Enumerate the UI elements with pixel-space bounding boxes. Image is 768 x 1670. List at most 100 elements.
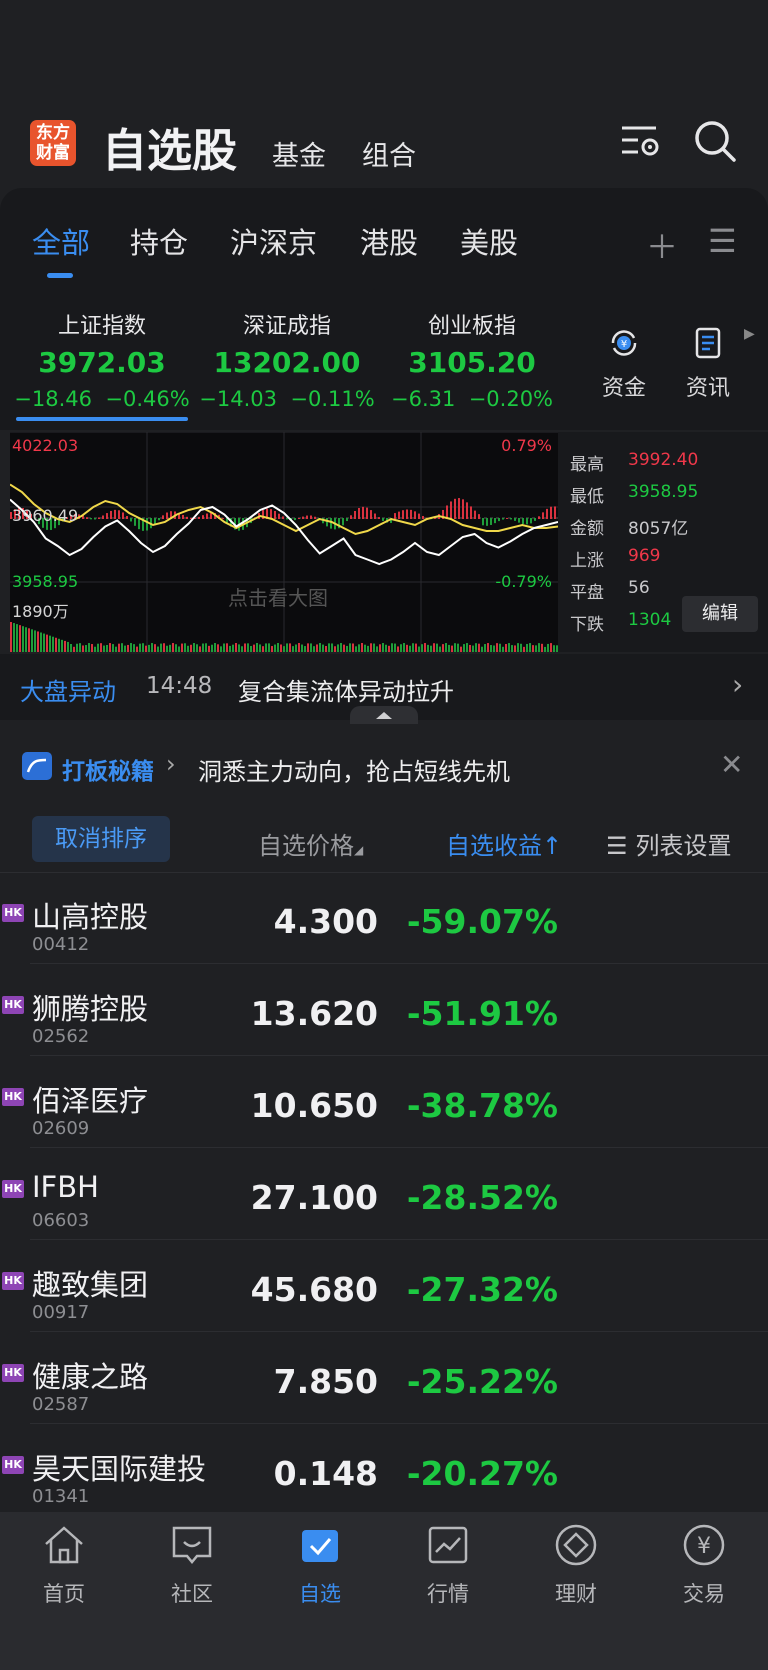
volume-bar — [442, 644, 444, 652]
tab-all[interactable]: 全部 — [32, 220, 90, 262]
volume-bar — [478, 643, 480, 652]
table-row[interactable]: HK 昊天国际建投 01341 0.148 -20.27% — [0, 1424, 768, 1516]
volume-bar — [352, 643, 354, 652]
volume-bar — [217, 644, 219, 652]
volume-bar — [463, 644, 465, 652]
flow-bar — [106, 513, 108, 519]
volume-bar — [121, 643, 123, 652]
volume-bar — [316, 644, 318, 652]
search-icon[interactable] — [692, 118, 738, 164]
flow-bar — [450, 501, 452, 519]
volume-bar — [235, 643, 237, 652]
stock-code: 02609 — [32, 1118, 90, 1139]
index-card-shenzhen[interactable]: 深证成指 13202.00 −14.03 −0.11% — [195, 308, 379, 411]
stat-unchanged: 平盘 56 — [570, 578, 650, 603]
table-row[interactable]: HK 狮腾控股 02562 13.620 -51.91% — [0, 964, 768, 1056]
cancel-sort-button[interactable]: 取消排序 — [32, 816, 170, 862]
active-tab-indicator — [47, 273, 73, 278]
app-header: 东方 财富 自选股 基金 组合 — [0, 110, 768, 180]
market-stats-panel: 最高 3992.40 最低 3958.95 金额 8057亿 上涨 969 平盘 56 下… — [558, 432, 768, 652]
index-card-shanghai[interactable]: 上证指数 3972.03 −18.46 −0.46% — [10, 308, 194, 411]
flow-bar — [90, 518, 92, 520]
portfolio-link[interactable]: 组合 — [362, 134, 416, 173]
tab-holdings[interactable]: 持仓 — [130, 220, 188, 262]
nav-watchlist[interactable]: 自选 — [256, 1522, 384, 1608]
flow-bar — [146, 518, 148, 531]
volume-bar — [232, 644, 234, 652]
volume-bar — [97, 643, 99, 652]
flow-bar — [306, 515, 308, 519]
volume-bar — [64, 640, 66, 652]
index-change: −14.03 −0.11% — [199, 387, 375, 411]
fund-link[interactable]: 基金 — [272, 134, 326, 173]
scroll-right-icon[interactable]: ▶ — [744, 326, 755, 342]
list-settings-button[interactable]: ☰ 列表设置 — [606, 826, 732, 861]
flow-bar — [222, 517, 224, 519]
volume-bar — [403, 643, 405, 652]
add-group-icon[interactable]: ＋ — [646, 222, 678, 268]
volume-bar — [550, 643, 552, 652]
collapse-handle[interactable] — [350, 706, 418, 724]
hk-badge: HK — [2, 904, 24, 922]
volume-bar — [508, 643, 510, 652]
flow-bar — [350, 515, 352, 519]
flow-bar — [538, 516, 540, 519]
flow-bar — [166, 512, 168, 519]
flow-bar — [410, 509, 412, 519]
table-row[interactable]: HK 佰泽医疗 02609 10.650 -38.78% — [0, 1056, 768, 1148]
volume-bar — [547, 643, 549, 652]
sort-by-gain[interactable]: 自选收益↑ — [446, 826, 562, 861]
volume-bar — [406, 644, 408, 652]
capital-flow-button[interactable]: ¥ 资金 — [592, 326, 656, 402]
table-row[interactable]: HK IFBH 06603 27.100 -28.52% — [0, 1148, 768, 1240]
tab-us-stocks[interactable]: 美股 — [460, 220, 518, 262]
volume-bar — [346, 645, 348, 652]
hk-badge: HK — [2, 1364, 24, 1382]
nav-home[interactable]: 首页 — [0, 1522, 128, 1608]
index-card-chinext[interactable]: 创业板指 3105.20 −6.31 −0.20% — [380, 308, 564, 411]
volume-bar — [118, 643, 120, 652]
table-row[interactable]: HK 趣致集团 00917 45.680 -27.32% — [0, 1240, 768, 1332]
nav-trade[interactable]: ¥ 交易 — [640, 1522, 768, 1608]
flow-bar — [330, 518, 332, 529]
volume-bar — [328, 643, 330, 652]
stat-low: 最低 3958.95 — [570, 482, 699, 507]
volume-label: 1890万 — [12, 602, 69, 621]
flow-bar — [550, 506, 552, 519]
intraday-chart[interactable]: 4022.03 0.79% 3960.49 3958.95 -0.79% 189… — [9, 431, 559, 652]
nav-wealth[interactable]: 理财 — [512, 1522, 640, 1608]
volume-bar — [334, 646, 336, 652]
list-settings-icon[interactable] — [618, 118, 664, 164]
wealth-icon — [555, 1524, 597, 1566]
stock-price: 13.620 — [250, 994, 378, 1033]
volume-bar — [61, 639, 63, 652]
nav-market[interactable]: 行情 — [384, 1522, 512, 1608]
menu-icon[interactable]: ☰ — [708, 222, 737, 260]
nav-community[interactable]: 社区 — [128, 1522, 256, 1608]
promo-banner[interactable]: 打板秘籍 › 洞悉主力动向，抢占短线先机 ✕ — [0, 730, 768, 806]
sort-by-price[interactable]: 自选价格◢ — [258, 826, 363, 861]
volume-bar — [349, 643, 351, 652]
table-row[interactable]: HK 山高控股 00412 4.300 -59.07% — [0, 872, 768, 964]
edit-button[interactable]: 编辑 — [682, 596, 758, 632]
tab-hk-stocks[interactable]: 港股 — [360, 220, 418, 262]
volume-bar — [262, 646, 264, 652]
watchlist-tabs: 全部 持仓 沪深京 港股 美股 ＋ ☰ — [0, 188, 768, 280]
flow-bar — [346, 518, 348, 522]
chart-grid — [10, 431, 558, 652]
volume-bar — [298, 643, 300, 652]
flow-bar — [378, 517, 380, 519]
tab-a-shares[interactable]: 沪深京 — [230, 220, 317, 262]
flow-bar — [466, 502, 468, 519]
flow-bar — [270, 509, 272, 519]
volume-bar — [421, 644, 423, 652]
news-button[interactable]: 资讯 — [676, 326, 740, 402]
table-row[interactable]: HK 健康之路 02587 7.850 -25.22% — [0, 1332, 768, 1424]
close-icon[interactable]: ✕ — [720, 748, 743, 781]
volume-bar — [244, 643, 246, 652]
index-change: −18.46 −0.46% — [14, 387, 190, 411]
volume-bar — [271, 646, 273, 652]
promo-title: 打板秘籍 — [62, 759, 154, 785]
flow-bar — [202, 515, 204, 519]
hk-badge: HK — [2, 1180, 24, 1198]
